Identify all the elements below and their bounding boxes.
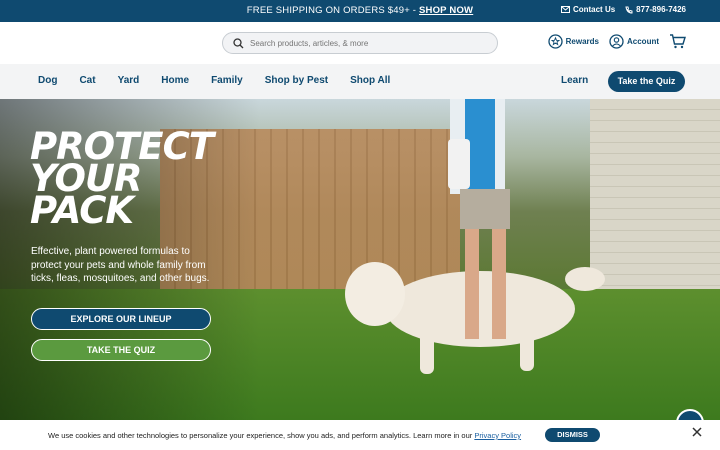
phone-icon (625, 6, 633, 14)
account-icon (609, 34, 624, 49)
search-icon (233, 37, 244, 48)
promo-bar: FREE SHIPPING ON ORDERS $49+ - SHOP NOW … (0, 0, 720, 22)
nav-item-home[interactable]: Home (161, 75, 189, 86)
take-quiz-nav-button[interactable]: Take the Quiz (608, 71, 685, 92)
nav-item-learn[interactable]: Learn (561, 75, 588, 86)
rewards-star-icon (547, 34, 563, 49)
search-input[interactable] (250, 38, 480, 48)
search-bar[interactable] (222, 32, 498, 54)
headline-line-3: PACK (30, 189, 134, 232)
nav-item-cat[interactable]: Cat (79, 75, 95, 86)
site-header: Rewards Account (0, 22, 720, 64)
promo-text: FREE SHIPPING ON ORDERS $49+ - (246, 5, 419, 16)
cookie-text: We use cookies and other technologies to… (48, 431, 475, 440)
main-nav: Dog Cat Yard Home Family Shop by Pest Sh… (0, 64, 720, 99)
rewards-label: Rewards (565, 37, 599, 46)
contact-label: Contact Us (572, 5, 616, 14)
phone-label: 877-896-7426 (636, 5, 686, 14)
shop-now-link[interactable]: SHOP NOW (419, 5, 473, 16)
mail-icon (560, 6, 570, 13)
account-link[interactable]: Account (609, 34, 659, 49)
take-quiz-button[interactable]: TAKE THE QUIZ (31, 339, 211, 361)
nav-item-dog[interactable]: Dog (38, 75, 57, 86)
cookie-banner: We use cookies and other technologies to… (0, 420, 720, 450)
nav-item-family[interactable]: Family (211, 75, 243, 86)
hero-banner: PROTECT YOUR PACK Effective, plant power… (0, 99, 720, 420)
explore-lineup-button[interactable]: EXPLORE OUR LINEUP (31, 308, 211, 330)
hero-image-person (448, 99, 510, 339)
close-icon[interactable] (692, 427, 702, 437)
dismiss-button[interactable]: DISMISS (545, 428, 600, 442)
nav-item-shop-all[interactable]: Shop All (350, 75, 390, 86)
rewards-link[interactable]: Rewards (547, 34, 599, 49)
nav-item-shop-by-pest[interactable]: Shop by Pest (265, 75, 328, 86)
cookie-message: We use cookies and other technologies to… (48, 431, 521, 440)
privacy-policy-link[interactable]: Privacy Policy (474, 431, 521, 440)
contact-link[interactable]: Contact Us (560, 5, 616, 14)
nav-item-yard[interactable]: Yard (118, 75, 140, 86)
account-label: Account (627, 37, 659, 46)
phone-link[interactable]: 877-896-7426 (625, 5, 686, 14)
cart-icon[interactable] (669, 34, 686, 49)
hero-subtext: Effective, plant powered formulas to pro… (31, 246, 210, 284)
hero-headline: PROTECT YOUR PACK (30, 128, 214, 232)
